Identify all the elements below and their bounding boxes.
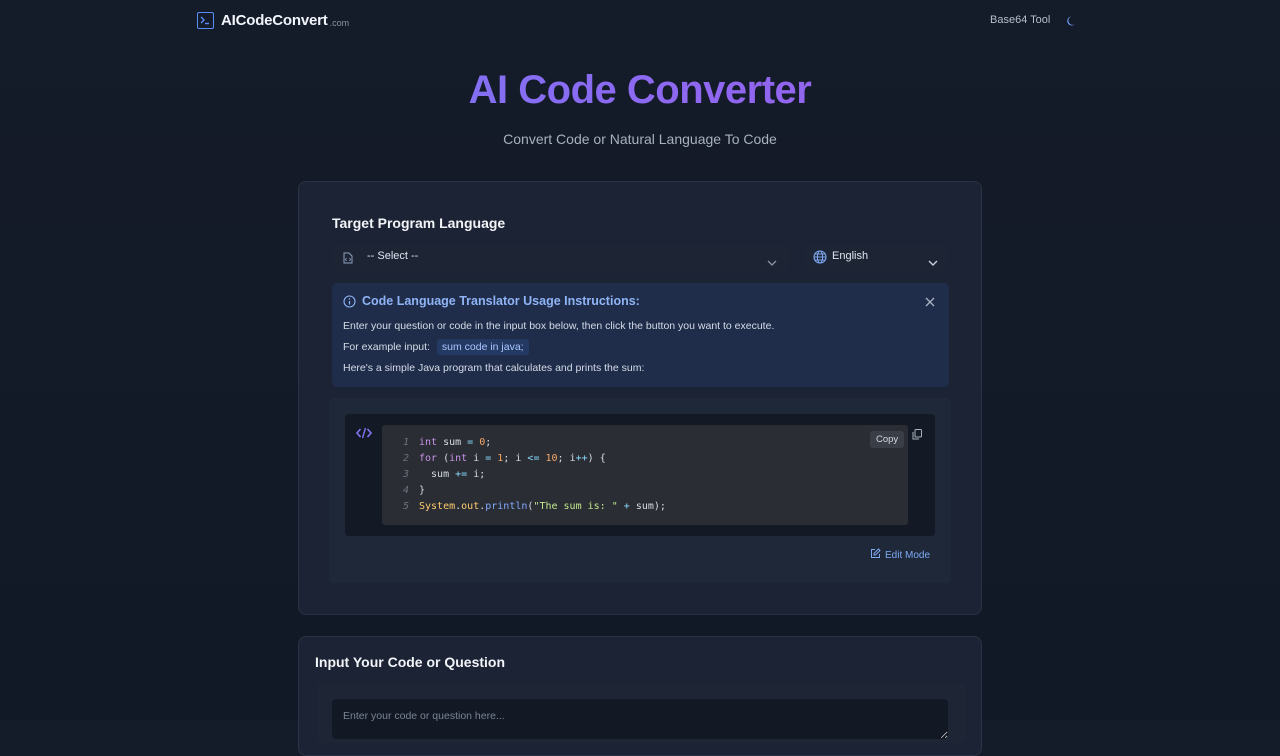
line-number: 5 xyxy=(402,501,409,512)
code-line: 1 int sum = 0; xyxy=(382,435,666,451)
info-icon xyxy=(343,295,356,313)
chevron-down-icon xyxy=(928,253,938,271)
line-number: 1 xyxy=(402,437,409,448)
code-preview-panel: 1 int sum = 0; 2 for (int i = 1; i <= 10; … xyxy=(329,398,951,583)
ui-language-value: English xyxy=(832,250,869,262)
code-line: 3 sum += i; xyxy=(382,467,666,483)
code-lines: 1 int sum = 0; 2 for (int i = 1; i <= 10; … xyxy=(382,435,666,515)
terminal-icon xyxy=(197,12,214,29)
line-number: 3 xyxy=(402,469,409,480)
usage-instructions-notice: Code Language Translator Usage Instructi… xyxy=(332,283,949,387)
file-code-icon xyxy=(343,251,353,269)
input-section-title: Input Your Code or Question xyxy=(315,654,506,670)
code-line: 4} xyxy=(382,483,666,499)
line-number: 4 xyxy=(402,485,409,496)
target-language-card: Target Program Language -- Select -- Eng… xyxy=(298,181,982,615)
notice-title: Code Language Translator Usage Instructi… xyxy=(362,294,640,308)
notice-line-1: Enter your question or code in the input… xyxy=(343,320,775,332)
close-icon[interactable] xyxy=(925,294,935,312)
target-language-select[interactable]: -- Select -- xyxy=(332,244,789,270)
edit-mode-label: Edit Mode xyxy=(885,549,931,561)
notice-example: For example input: sum code in java; xyxy=(343,339,529,355)
logo-name: AICodeConvert xyxy=(221,12,328,29)
edit-mode-button[interactable]: Edit Mode xyxy=(870,548,930,562)
site-logo[interactable]: AICodeConvert .com xyxy=(197,12,349,29)
example-prefix: For example input: xyxy=(343,341,430,353)
target-language-value: -- Select -- xyxy=(367,250,419,262)
copy-button[interactable]: Copy xyxy=(870,431,905,448)
nav-link-base64-tool[interactable]: Base64 Tool xyxy=(990,14,1050,26)
code-block: 1 int sum = 0; 2 for (int i = 1; i <= 10; … xyxy=(345,414,935,536)
edit-icon xyxy=(870,548,885,562)
chevron-down-icon xyxy=(767,253,777,271)
code-line: 5 System.out.println("The sum is: " + sum… xyxy=(382,499,666,515)
target-language-title: Target Program Language xyxy=(332,215,506,231)
code-line: 2 for (int i = 1; i <= 10; i++) { xyxy=(382,451,666,467)
moon-icon[interactable] xyxy=(1066,14,1078,32)
top-navbar: AICodeConvert .com Base64 Tool xyxy=(0,0,1280,42)
line-number: 2 xyxy=(402,453,409,464)
page-subtitle: Convert Code or Natural Language To Code xyxy=(503,131,777,147)
example-code: sum code in java; xyxy=(436,339,529,355)
copy-icon[interactable] xyxy=(912,427,922,445)
notice-line-3: Here's a simple Java program that calcul… xyxy=(343,362,645,374)
code-question-input[interactable] xyxy=(332,699,948,739)
ui-language-select[interactable]: English xyxy=(806,244,948,270)
code-editor-area: 1 int sum = 0; 2 for (int i = 1; i <= 10; … xyxy=(382,425,908,525)
input-section-card: Input Your Code or Question xyxy=(298,636,982,756)
globe-icon xyxy=(813,250,827,269)
logo-suffix: .com xyxy=(329,18,350,28)
input-section-panel xyxy=(317,683,965,743)
page-title: AI Code Converter xyxy=(0,68,1280,113)
code-tag-icon xyxy=(355,426,373,444)
